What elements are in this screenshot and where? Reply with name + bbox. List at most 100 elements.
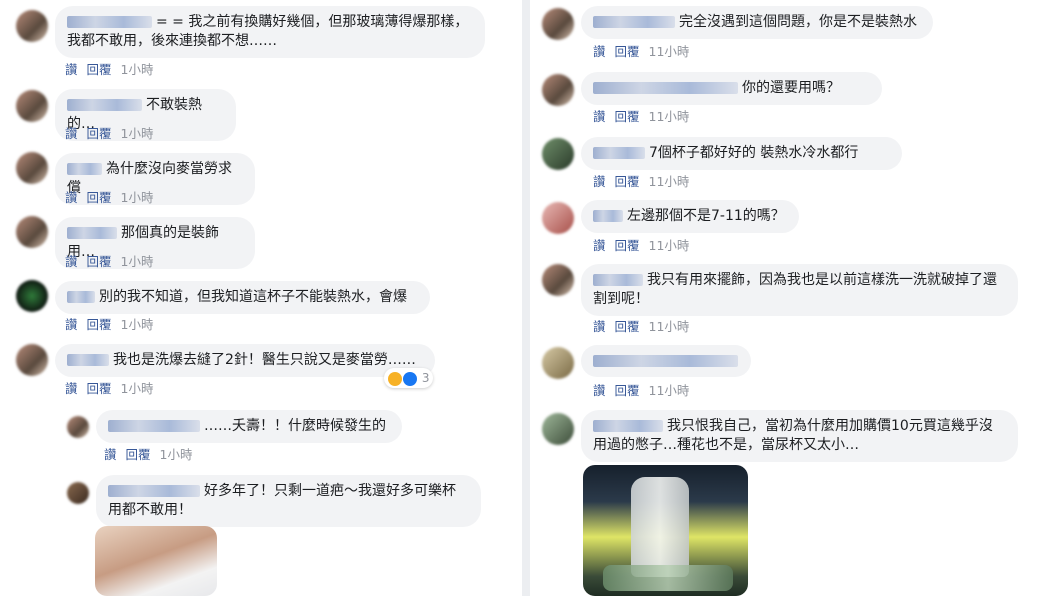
commenter-name[interactable] [67,99,142,111]
comment-text: 你的還要用嗎？ [742,80,840,96]
commenter-name[interactable] [593,210,623,222]
commenter-name[interactable] [593,82,738,94]
reply-link[interactable]: 回覆 [615,383,640,398]
commenter-name[interactable] [593,16,675,28]
timestamp[interactable]: 11小時 [649,44,690,59]
commenter-name[interactable] [108,420,200,432]
comment-text: ……夭壽！！什麼時候發生的 [204,418,386,434]
avatar[interactable] [16,10,48,42]
reply-link[interactable]: 回覆 [87,317,112,332]
comment-bubble: 完全沒遇到這個問題，你是不是裝熱水 [581,6,933,39]
reply-link[interactable]: 回覆 [87,126,112,141]
timestamp[interactable]: 11小時 [649,383,690,398]
commenter-name[interactable] [67,16,152,28]
comment-bubble: 你的還要用嗎？ [581,72,882,105]
timestamp[interactable]: 1小時 [121,62,154,77]
like-reaction-icon [403,371,417,386]
comment-bubble: 7個杯子都好好的 裝熱水冷水都行 [581,137,902,170]
comment-text: 7個杯子都好好的 裝熱水冷水都行 [649,145,859,161]
timestamp[interactable]: 1小時 [121,190,154,205]
avatar[interactable] [16,90,48,122]
comment-text: 我也是洗爆去縫了2針！醫生只說又是麥當勞…… [113,352,416,368]
timestamp[interactable]: 11小時 [649,174,690,189]
attached-photo[interactable] [583,465,748,596]
reply-link[interactable]: 回覆 [126,447,151,462]
avatar[interactable] [16,344,48,376]
avatar[interactable] [16,280,48,312]
avatar[interactable] [67,416,89,438]
avatar[interactable] [16,152,48,184]
commenter-name[interactable] [67,291,95,303]
comment-bubble: 我只恨我自己，當初為什麼用加購價10元買這幾乎沒用過的憋子…種花也不是，當尿杯又… [581,410,1018,462]
timestamp[interactable]: 1小時 [121,126,154,141]
comment-bubble: 我只有用來擺飾，因為我也是以前這樣洗一洗就破掉了還割到呢！ [581,264,1018,316]
comment-actions: 讚回覆 1小時 [65,251,162,270]
commenter-name[interactable] [593,420,663,432]
avatar[interactable] [542,264,574,296]
attached-photo[interactable] [95,526,217,596]
avatar[interactable] [542,8,574,40]
commenter-name[interactable] [67,354,109,366]
avatar[interactable] [67,482,89,504]
avatar[interactable] [542,138,574,170]
commenter-name[interactable] [593,274,643,286]
comment-actions: 讚回覆 1小時 [65,59,162,78]
timestamp[interactable]: 11小時 [649,238,690,253]
reply-link[interactable]: 回覆 [615,44,640,59]
avatar[interactable] [542,202,574,234]
avatar[interactable] [542,413,574,445]
reply-link[interactable]: 回覆 [87,254,112,269]
timestamp[interactable]: 11小時 [649,319,690,334]
commenter-name[interactable] [593,355,738,367]
avatar[interactable] [16,216,48,248]
reply-link[interactable]: 回覆 [87,62,112,77]
comment-actions: 讚回覆 11小時 [593,235,698,254]
reply-link[interactable]: 回覆 [615,238,640,253]
reply-link[interactable]: 回覆 [87,381,112,396]
comment-bubble: ……夭壽！！什麼時候發生的 [96,410,402,443]
like-link[interactable]: 讚 [593,319,606,334]
like-link[interactable]: 讚 [593,174,606,189]
like-link[interactable]: 讚 [65,126,78,141]
comment-bubble [581,345,751,377]
comment-actions: 讚回覆 1小時 [65,123,162,142]
timestamp[interactable]: 11小時 [649,109,690,124]
reaction-summary[interactable]: 3 [384,368,434,388]
like-link[interactable]: 讚 [593,238,606,253]
reaction-count: 3 [421,371,430,385]
like-link[interactable]: 讚 [104,447,117,462]
commenter-name[interactable] [593,147,645,159]
timestamp[interactable]: 1小時 [121,381,154,396]
timestamp[interactable]: 1小時 [160,447,193,462]
comment-actions: 讚回覆 11小時 [593,380,698,399]
like-link[interactable]: 讚 [593,383,606,398]
like-link[interactable]: 讚 [593,44,606,59]
comment-actions: 讚回覆 1小時 [65,187,162,206]
like-link[interactable]: 讚 [65,381,78,396]
reply-link[interactable]: 回覆 [615,174,640,189]
comment-bubble: 好多年了！只剩一道疤～我還好多可樂杯用都不敢用！ [96,475,481,527]
like-link[interactable]: 讚 [65,254,78,269]
like-link[interactable]: 讚 [593,109,606,124]
like-link[interactable]: 讚 [65,62,78,77]
timestamp[interactable]: 1小時 [121,254,154,269]
commenter-name[interactable] [67,227,117,239]
comments-column-left: = = 我之前有換購好幾個，但那玻璃薄得爆那樣，我都不敢用，後來連換都不想…… … [0,0,522,596]
avatar[interactable] [542,74,574,106]
reply-link[interactable]: 回覆 [87,190,112,205]
commenter-name[interactable] [108,485,200,497]
comment-text: 完全沒遇到這個問題，你是不是裝熱水 [679,14,917,30]
comment-actions: 讚回覆 1小時 [65,314,162,333]
column-divider [522,0,530,596]
comment-actions: 讚回覆 1小時 [104,444,201,463]
wow-reaction-icon [388,371,402,386]
commenter-name[interactable] [67,163,102,175]
like-link[interactable]: 讚 [65,190,78,205]
comment-text: 別的我不知道，但我知道這杯子不能裝熱水，會爆 [99,289,407,305]
avatar[interactable] [542,347,574,379]
reply-link[interactable]: 回覆 [615,319,640,334]
like-link[interactable]: 讚 [65,317,78,332]
comment-bubble: = = 我之前有換購好幾個，但那玻璃薄得爆那樣，我都不敢用，後來連換都不想…… [55,6,485,58]
timestamp[interactable]: 1小時 [121,317,154,332]
reply-link[interactable]: 回覆 [615,109,640,124]
